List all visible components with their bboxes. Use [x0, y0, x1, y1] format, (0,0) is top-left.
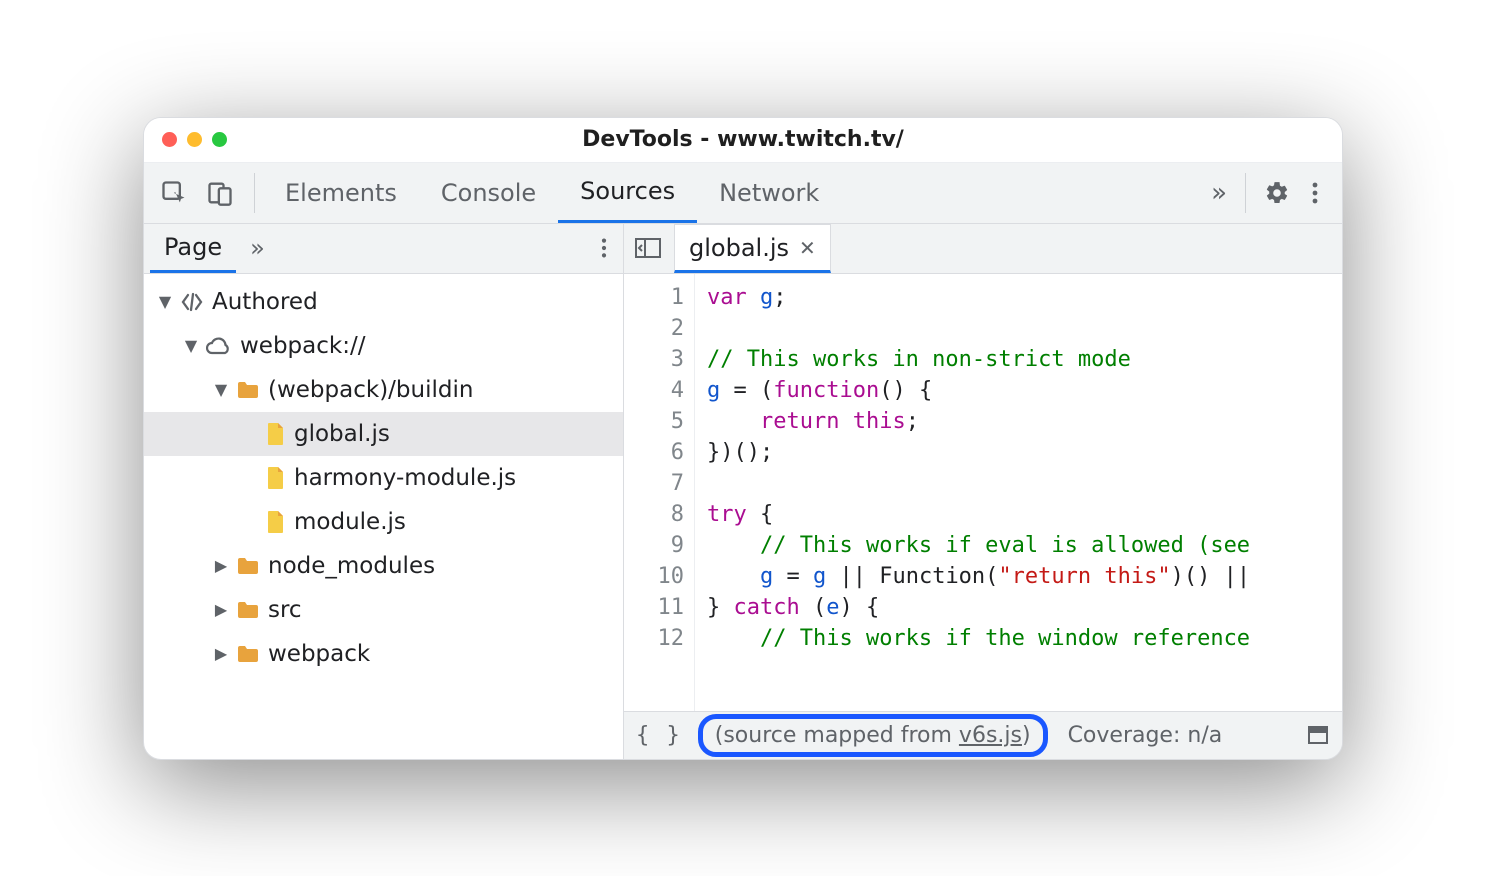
tab-elements[interactable]: Elements: [263, 163, 419, 223]
gear-icon[interactable]: [1264, 180, 1290, 206]
file-icon: [266, 510, 286, 534]
tab-network[interactable]: Network: [697, 163, 841, 223]
tree-label: Authored: [212, 289, 318, 315]
zoom-window-button[interactable]: [212, 132, 227, 147]
tree-label: webpack: [268, 641, 370, 667]
chevron-right-icon: ▶: [214, 644, 228, 663]
kebab-menu-icon[interactable]: [1312, 181, 1318, 205]
editor-tab-label: global.js: [689, 234, 789, 262]
sources-sidebar: Page » ▼ Authored ▼: [144, 224, 624, 759]
cloud-icon: [206, 336, 232, 356]
folder-icon: [236, 600, 260, 620]
chevron-down-icon: ▼: [184, 336, 198, 355]
tree-label: module.js: [294, 509, 406, 535]
tree-file[interactable]: ▶global.js: [144, 412, 623, 456]
source-map-badge[interactable]: (source mapped from v6s.js): [698, 714, 1048, 757]
tree-folder[interactable]: ▶ node_modules: [144, 544, 623, 588]
tab-sources[interactable]: Sources: [558, 163, 697, 223]
sidebar-more-tabs-icon[interactable]: »: [236, 234, 265, 262]
tree-label: harmony-module.js: [294, 465, 516, 491]
tab-console[interactable]: Console: [419, 163, 558, 223]
folder-icon: [236, 644, 260, 664]
tree-label: webpack://: [240, 333, 365, 359]
devtools-window: DevTools - www.twitch.tv/ ElementsConsol…: [143, 117, 1343, 760]
tree-label: global.js: [294, 421, 390, 447]
more-tabs-chevron-icon[interactable]: »: [1201, 178, 1237, 208]
pretty-print-icon[interactable]: { }: [636, 723, 682, 748]
chevron-right-icon: ▶: [214, 556, 228, 575]
show-console-drawer-icon[interactable]: [1306, 723, 1330, 747]
code-content[interactable]: var g; // This works in non-strict modeg…: [694, 274, 1342, 711]
tree-node-buildin[interactable]: ▼ (webpack)/buildin: [144, 368, 623, 412]
tree-node-webpack[interactable]: ▼ webpack://: [144, 324, 623, 368]
sidebar-tab-page[interactable]: Page: [150, 224, 236, 273]
divider: [254, 173, 255, 213]
tree-file[interactable]: ▶module.js: [144, 500, 623, 544]
editor-tab-global-js[interactable]: global.js ✕: [674, 224, 831, 273]
editor-statusbar: { } (source mapped from v6s.js) Coverage…: [624, 711, 1342, 759]
coverage-status: Coverage: n/a: [1068, 723, 1223, 748]
folder-icon: [236, 556, 260, 576]
editor-pane: global.js ✕ 123456789101112 var g; // Th…: [624, 224, 1342, 759]
sidebar-tabstrip: Page »: [144, 224, 623, 274]
toggle-navigator-icon[interactable]: [634, 236, 662, 260]
file-tree: ▼ Authored ▼ webpack:// ▼: [144, 274, 623, 759]
inspect-icon[interactable]: [160, 179, 188, 207]
tree-folder[interactable]: ▶ webpack: [144, 632, 623, 676]
titlebar: DevTools - www.twitch.tv/: [144, 118, 1342, 162]
tree-folder[interactable]: ▶ src: [144, 588, 623, 632]
authored-icon: [180, 290, 204, 314]
file-icon: [266, 422, 286, 446]
content-split: Page » ▼ Authored ▼: [144, 224, 1342, 759]
sidebar-kebab-icon[interactable]: [601, 237, 617, 259]
tree-node-authored[interactable]: ▼ Authored: [144, 280, 623, 324]
file-icon: [266, 466, 286, 490]
divider: [1245, 173, 1246, 213]
close-window-button[interactable]: [162, 132, 177, 147]
tree-label: node_modules: [268, 553, 435, 579]
code-area: 123456789101112 var g; // This works in …: [624, 274, 1342, 711]
main-tabstrip: ElementsConsoleSourcesNetwork »: [144, 162, 1342, 224]
tree-file[interactable]: ▶harmony-module.js: [144, 456, 623, 500]
device-toolbar-icon[interactable]: [206, 179, 234, 207]
chevron-down-icon: ▼: [214, 380, 228, 399]
editor-tabstrip: global.js ✕: [624, 224, 1342, 274]
tree-label: src: [268, 597, 302, 623]
minimize-window-button[interactable]: [187, 132, 202, 147]
source-map-link[interactable]: v6s.js: [959, 723, 1022, 748]
chevron-down-icon: ▼: [158, 292, 172, 311]
line-gutter: 123456789101112: [624, 274, 694, 711]
traffic-lights: [144, 132, 227, 147]
chevron-right-icon: ▶: [214, 600, 228, 619]
window-title: DevTools - www.twitch.tv/: [144, 127, 1342, 152]
close-tab-icon[interactable]: ✕: [799, 236, 816, 260]
folder-open-icon: [236, 380, 260, 400]
tree-label: (webpack)/buildin: [268, 377, 473, 403]
source-map-text: (source mapped from: [715, 723, 959, 748]
